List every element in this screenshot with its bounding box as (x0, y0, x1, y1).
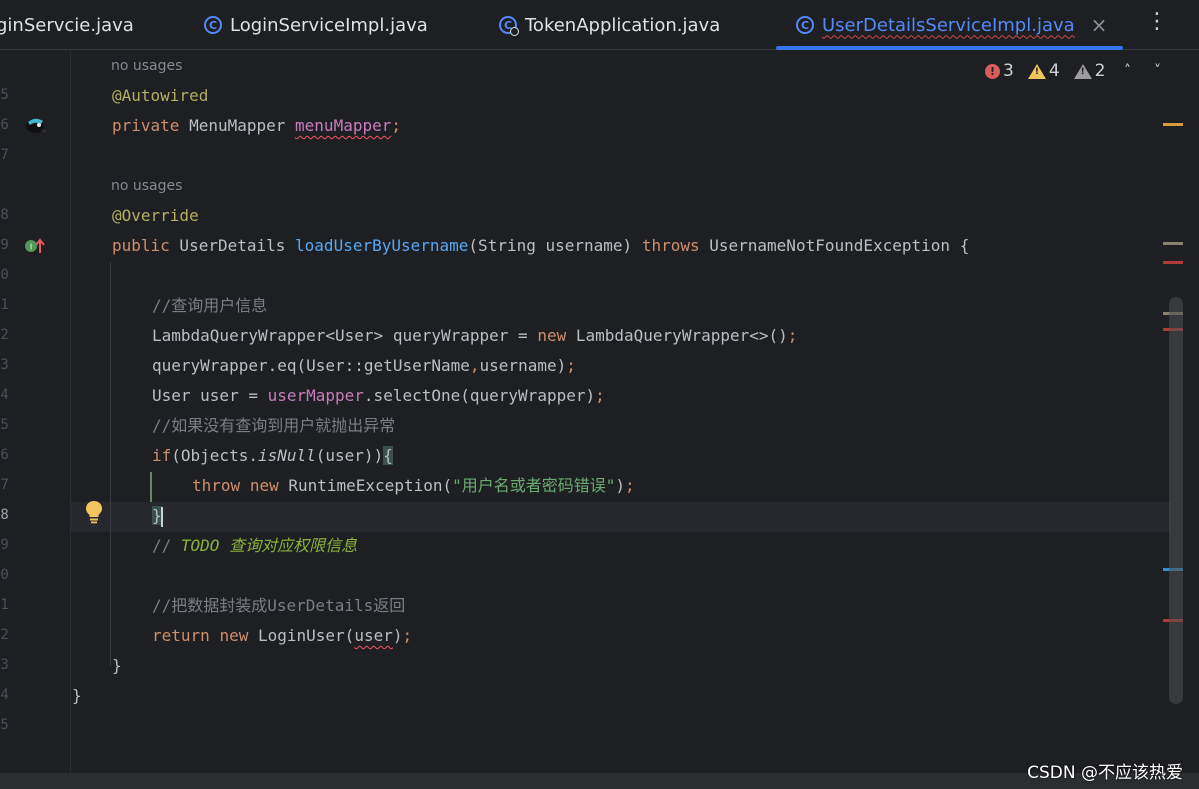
scope-indicator (150, 472, 152, 502)
error-icon: ! (985, 63, 1000, 79)
line-number: 40 (0, 567, 9, 583)
code-line-29: public UserDetails loadUserByUsername(St… (112, 236, 970, 255)
editor-tab-bar: ginServcie.java C LoginServiceImpl.java … (0, 0, 1199, 50)
previous-highlight-icon[interactable]: ˄ (1119, 63, 1135, 79)
line-number: 44 (0, 687, 9, 703)
weak-warning-stripe-mark[interactable] (1163, 242, 1183, 245)
code-line-34: User user = userMapper.selectOne(queryWr… (152, 386, 605, 405)
inspection-widget[interactable]: ! 3 ! 4 ! 2 ˄ ˅ (985, 61, 1165, 81)
tab-login-servcie[interactable]: ginServcie.java (0, 0, 134, 50)
line-number: 29 (0, 237, 9, 253)
code-line-41: //把数据封装成UserDetails返回 (152, 596, 406, 615)
code-line-25: @Autowired (112, 86, 209, 105)
line-number: 34 (0, 387, 9, 403)
mybatis-mapper-icon[interactable] (24, 114, 48, 136)
line-number: 36 (0, 447, 9, 463)
line-number: 37 (0, 477, 9, 493)
code-line-31: //查询用户信息 (152, 296, 268, 315)
line-number: 43 (0, 657, 9, 673)
line-number: 30 (0, 267, 9, 283)
vertical-scrollbar[interactable] (1169, 297, 1183, 704)
warnings-count[interactable]: ! 4 (1027, 61, 1060, 81)
indent-guide (110, 262, 111, 666)
line-number: 33 (0, 357, 9, 373)
text-caret (160, 506, 163, 527)
watermark: CSDN @不应该热爱 (1027, 763, 1183, 783)
tab-login-service-impl[interactable]: C LoginServiceImpl.java (204, 0, 428, 50)
weak-warning-icon: ! (1073, 63, 1092, 79)
errors-count[interactable]: ! 3 (985, 61, 1014, 81)
line-number: 26 (0, 117, 9, 133)
warning-icon: ! (1027, 63, 1046, 79)
code-line-37: throw new RuntimeException("用户名或者密码错误"); (192, 476, 635, 495)
line-number: 32 (0, 327, 9, 343)
class-icon: C (204, 16, 222, 34)
class-icon: C (796, 16, 814, 34)
line-number: 39 (0, 537, 9, 553)
error-stripe-mark[interactable] (1163, 261, 1183, 264)
code-editor[interactable]: 25 26 27 28 29 30 31 32 33 34 35 36 37 3… (0, 51, 1199, 773)
tab-label: ginServcie.java (0, 14, 134, 36)
code-line-36: if(Objects.isNull(user)){ (152, 446, 393, 465)
code-line-28: @Override (112, 206, 199, 225)
line-number: 35 (0, 417, 9, 433)
close-icon[interactable]: × (1091, 13, 1108, 37)
svg-text:I: I (30, 243, 32, 252)
code-line-38: } (152, 506, 163, 527)
line-number: 41 (0, 597, 9, 613)
line-number: 31 (0, 297, 9, 313)
code-line-43: } (112, 656, 122, 675)
code-line-39: // TODO 查询对应权限信息 (152, 536, 358, 555)
line-number: 28 (0, 207, 9, 223)
line-number: 27 (0, 147, 9, 163)
gutter: 25 26 27 28 29 30 31 32 33 34 35 36 37 3… (0, 51, 71, 773)
code-line-26: private MenuMapper menuMapper; (112, 116, 401, 135)
code-line-32: LambdaQueryWrapper<User> queryWrapper = … (152, 326, 798, 345)
tab-user-details-service-impl[interactable]: C UserDetailsServiceImpl.java × (796, 0, 1107, 50)
more-options-icon[interactable]: ⋮ (1146, 8, 1168, 38)
implements-method-icon[interactable]: I (24, 237, 46, 255)
next-highlight-icon[interactable]: ˅ (1149, 63, 1165, 79)
usages-hint[interactable]: no usages (111, 178, 182, 194)
run-class-icon: C (499, 16, 519, 36)
current-line-highlight (71, 502, 1171, 532)
tab-label: TokenApplication.java (525, 14, 721, 36)
warning-stripe-mark[interactable] (1163, 123, 1183, 126)
line-number: 45 (0, 717, 9, 733)
code-line-35: //如果没有查询到用户就抛出异常 (152, 416, 396, 435)
horizontal-scroll-area (0, 773, 1199, 789)
lightbulb-icon[interactable] (85, 500, 103, 524)
code-line-44: } (72, 686, 82, 705)
weak-warnings-count[interactable]: ! 2 (1073, 61, 1105, 81)
line-number-current: 38 (0, 507, 9, 523)
code-line-42: return new LoginUser(user); (152, 626, 413, 645)
active-tab-indicator (776, 46, 1123, 50)
usages-hint[interactable]: no usages (111, 58, 182, 74)
line-number: 25 (0, 87, 9, 103)
tab-label: UserDetailsServiceImpl.java (822, 14, 1075, 36)
tab-token-application[interactable]: C TokenApplication.java (499, 0, 720, 50)
line-number: 42 (0, 627, 9, 643)
tab-label: LoginServiceImpl.java (230, 14, 428, 36)
code-line-33: queryWrapper.eq(User::getUserName,userna… (152, 356, 576, 375)
